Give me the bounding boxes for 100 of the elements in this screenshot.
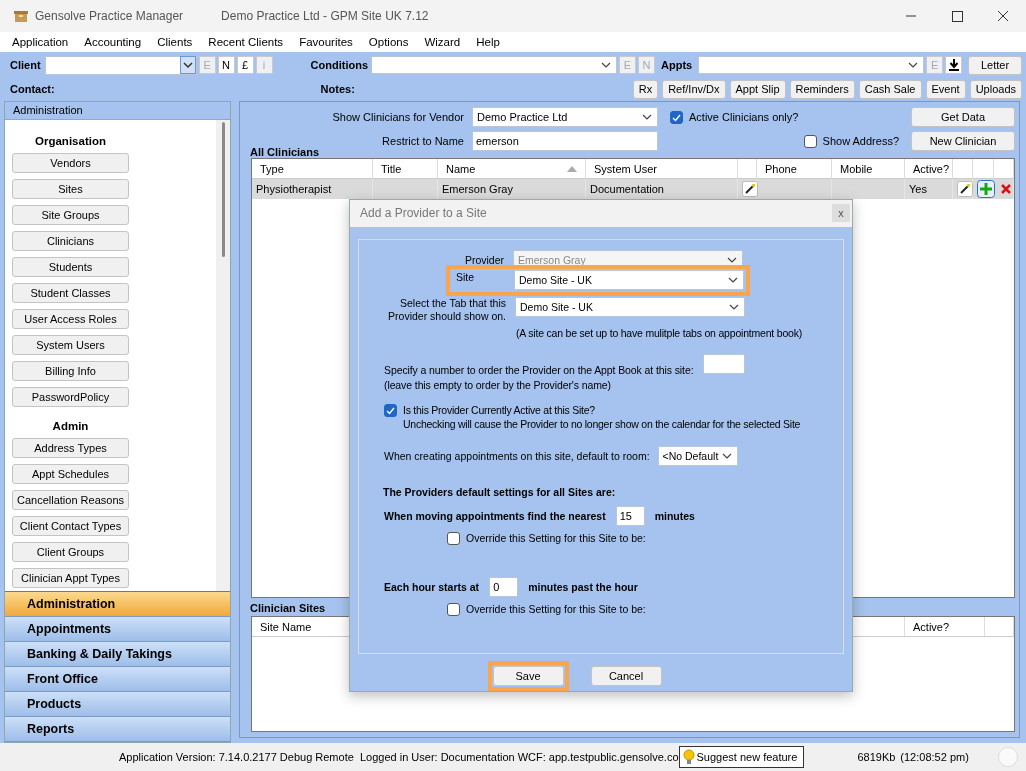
memory-text: 6819Kb [857,751,896,763]
number-field[interactable]: 15 [615,505,645,526]
action-button[interactable]: Uploads [969,79,1022,99]
section-heading: The Providers default settings for all Sites are: [383,485,617,498]
section-heading: Organisation [34,135,107,147]
field-label: Notes: [320,83,355,95]
dropdown-icon[interactable] [179,56,196,74]
admin-button[interactable]: Students [12,257,129,277]
tab-dropdown[interactable]: Demo Site - UK [515,296,745,317]
field-label: Specify a number to order the Provider on the Appt Book at this site: [384,362,694,378]
action-button[interactable]: Appt Slip [729,79,786,99]
column-header[interactable]: Active? [905,617,985,637]
vendor-dropdown[interactable]: Demo Practice Ltd [472,107,658,127]
table-cell: Yes [905,179,953,199]
action-button[interactable]: Reminders [789,79,855,99]
panel-header: Administration [5,102,230,120]
letter-button[interactable]: Letter [968,55,1022,75]
field-label: Restrict to Name [381,135,465,147]
nav-button[interactable]: Reports [5,717,230,742]
dialog-button[interactable]: Save [492,666,564,686]
pencil-icon[interactable] [957,181,973,197]
name-field[interactable]: emerson [472,131,658,151]
checkbox[interactable] [447,602,460,616]
scrollbar[interactable] [216,120,230,591]
section-heading: Admin [51,420,90,432]
status-indicator [998,747,1018,767]
checkbox-label: Active Clinicians only? [689,111,799,123]
dialog-title: Add a Provider to a Site [360,206,487,221]
admin-button[interactable]: Sites [12,179,129,199]
checkbox[interactable] [447,531,460,545]
action-button[interactable]: Cash Sale [858,79,922,99]
status-text: Application Version: 7.14.0.2177 Debug Remote Logged in User: Documentation WCF: app.testpublic.gensolve.co [119,751,679,763]
field-label: Select the Tab that this Provider should show on. [387,296,506,323]
caret-icon [728,276,738,285]
site-dropdown[interactable]: Demo Site - UK [514,270,744,291]
lightbulb-icon [682,749,695,765]
admin-button[interactable]: Client Contact Types [12,516,129,536]
field-label: When moving appointments find the nearest [384,509,606,522]
checkbox[interactable] [384,403,397,417]
room-dropdown[interactable]: <No Default [657,445,739,466]
admin-button[interactable]: Billing Info [12,361,129,381]
admin-button[interactable]: Clinician Appt Types [12,568,129,588]
app-box-icon [14,9,28,23]
admin-button[interactable]: Clinicians [12,231,129,251]
get-data-button[interactable]: Get Data [911,107,1015,127]
small-button[interactable]: N [217,56,235,74]
download-button[interactable] [945,56,963,74]
section-title: All Clinicians [250,146,320,158]
unit-label: minutes past the hour [528,580,638,593]
section-title: Clinician Sites [250,602,326,614]
suggest-feature-button[interactable]: Suggest new feature [678,746,805,768]
checkbox[interactable] [670,110,683,124]
admin-button[interactable]: Address Types [12,438,129,458]
nav-button[interactable]: Products [5,692,230,717]
plus-icon[interactable] [977,180,995,198]
close-button[interactable]: x [832,204,850,223]
field-label: Each hour starts at [384,580,480,593]
small-button[interactable]: £ [236,56,254,74]
field-label: Site [456,270,476,283]
nav-button[interactable]: Front Office [5,667,230,692]
order-field[interactable] [703,353,746,374]
sort-up-icon [567,165,577,172]
admin-button[interactable]: System Users [12,335,129,355]
field-label: Show Clinicians for Vendor [331,111,465,123]
admin-button[interactable]: Student Classes [12,283,129,303]
action-button[interactable]: Event [925,79,966,99]
admin-button[interactable]: Vendors [12,153,129,173]
pencil-icon[interactable] [742,181,758,197]
menu-item[interactable]: Application [4,36,77,48]
field-label: Provider [463,253,504,266]
caret-icon [908,61,919,69]
caret-icon [729,302,739,311]
nav-button[interactable]: Administration [5,592,230,617]
dialog-button[interactable]: Cancel [590,666,662,686]
menu-item[interactable]: Clients [149,36,201,48]
number-field[interactable]: 0 [489,576,519,597]
field-label: Client [10,59,41,71]
admin-button[interactable]: PasswordPolicy [12,387,129,407]
field-label: When creating appointments on this site, default to room: [384,449,650,462]
action-button[interactable]: Ref/Inv/Dx [662,79,726,99]
caret-icon [642,113,652,121]
table-row[interactable]: Physiotherapist Emerson Gray Documentation Yes [252,179,1014,199]
admin-button[interactable]: User Access Roles [12,309,129,329]
nav-button[interactable]: Banking & Daily Takings [5,642,230,667]
menu-item[interactable]: Options [360,36,417,48]
admin-button[interactable]: Site Groups [12,205,129,225]
nav-button[interactable]: Appointments [5,617,230,642]
admin-button[interactable]: Appt Schedules [12,464,129,484]
menu-item[interactable]: Accounting [76,36,150,48]
menu-item[interactable]: Favourites [291,36,361,48]
admin-button[interactable]: Cancellation Reasons [12,490,129,510]
new-clinician-button[interactable]: New Clinician [911,131,1015,151]
menu-item[interactable]: Help [468,36,508,48]
action-button[interactable]: Rx [632,79,659,99]
menu-item[interactable]: Wizard [416,36,469,48]
checkbox[interactable] [803,134,817,148]
menu-item[interactable]: Recent Clients [200,36,292,48]
checkbox-label: Override this Setting for this Site to be: [466,532,646,545]
note-text: (A site can be set up to have mulitple tabs on appointment book) [516,326,804,339]
admin-button[interactable]: Client Groups [12,542,129,562]
